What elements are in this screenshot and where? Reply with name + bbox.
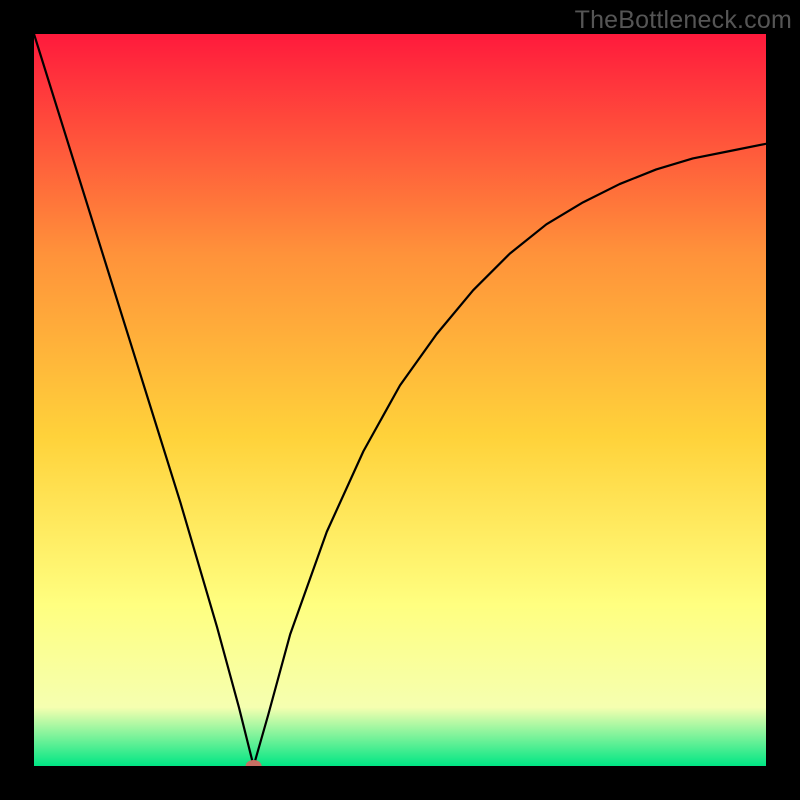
watermark-text: TheBottleneck.com (575, 6, 792, 35)
plot-background (34, 34, 766, 766)
chart-svg (34, 34, 766, 766)
plot-area (34, 34, 766, 766)
chart-frame: TheBottleneck.com (0, 0, 800, 800)
